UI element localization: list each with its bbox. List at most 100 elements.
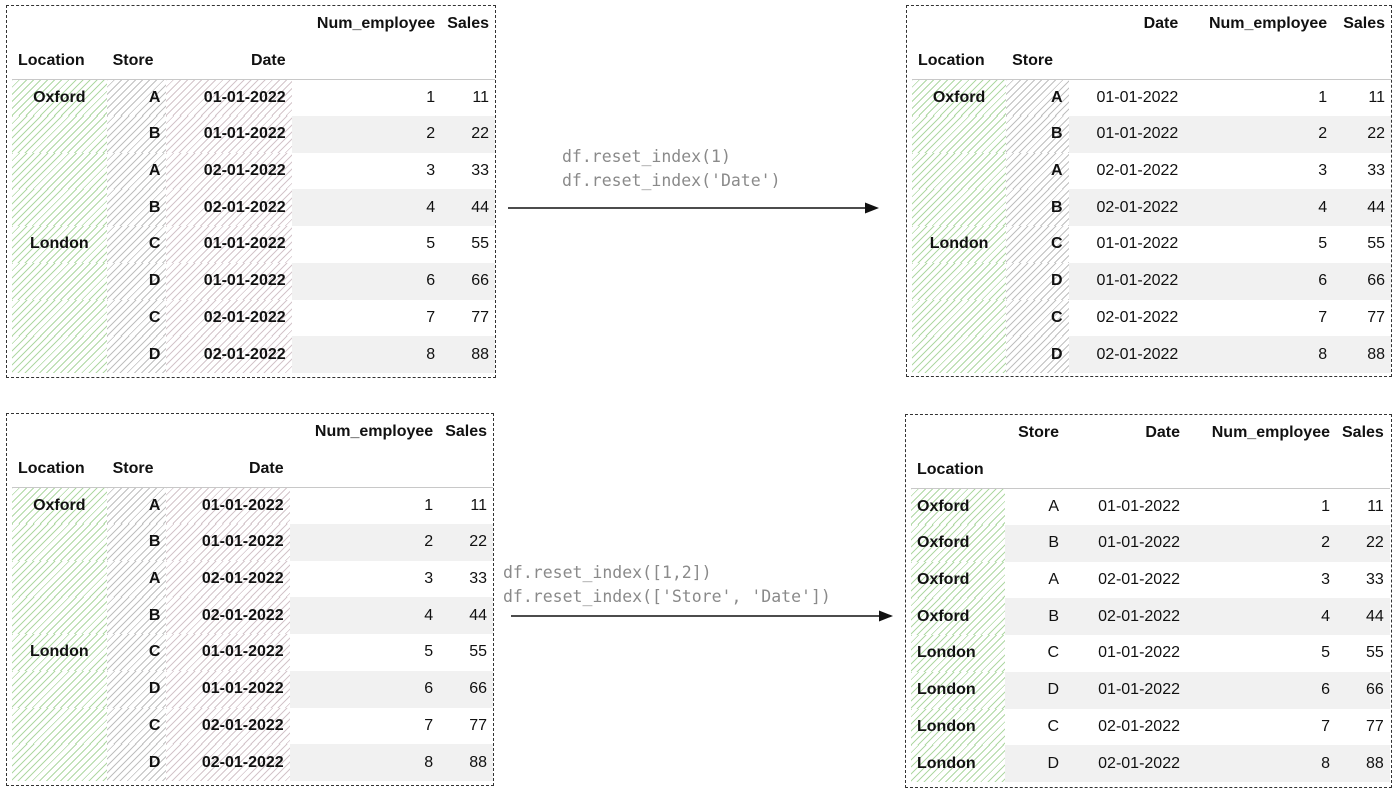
header-empty — [1065, 451, 1186, 489]
index-name-store: Store — [106, 450, 167, 488]
location-cell — [12, 189, 107, 227]
store-cell: D — [106, 670, 167, 708]
store-cell: D — [106, 262, 167, 300]
table-row: C 02-01-2022 7 77 — [12, 299, 495, 337]
location-cell — [12, 707, 107, 745]
location-cell: Oxford — [911, 598, 1005, 636]
header-empty — [911, 415, 1005, 452]
num-employee-cell: 1 — [426, 88, 436, 106]
location-cell — [12, 524, 107, 561]
header-num-employee: Num_employee — [314, 423, 434, 441]
num-employee-cell: 7 — [1321, 717, 1330, 735]
num-employee-cell: 1 — [1321, 497, 1330, 515]
header-empty — [1186, 451, 1336, 489]
header-empty — [166, 6, 291, 43]
header-empty — [289, 450, 440, 488]
num-employee-cell: 7 — [424, 716, 434, 734]
num-employee-cell: 2 — [291, 116, 442, 153]
date-cell: 01-01-2022 — [1098, 497, 1180, 515]
table-row: Oxford A 01-01-2022 1 11 — [912, 79, 1391, 117]
index-name-location: Location — [911, 451, 1005, 489]
table-original-bottom: Num_employee Sales Location Store Date Oxford… — [12, 414, 493, 781]
sales-cell: 88 — [1336, 745, 1390, 782]
header-empty — [166, 414, 289, 451]
store-cell: C — [106, 226, 167, 263]
store-cell: C — [1047, 717, 1059, 735]
date-cell: 01-01-2022 — [166, 116, 292, 153]
location-cell: London — [911, 708, 1005, 746]
sales-cell: 11 — [1368, 88, 1385, 106]
table-row: Oxford A 01-01-2022 1 11 — [911, 488, 1390, 526]
date-cell: 02-01-2022 — [166, 560, 290, 598]
sales-cell: 55 — [469, 643, 487, 661]
sales-cell: 77 — [471, 308, 489, 326]
num-employee-cell: 8 — [1186, 745, 1336, 782]
store-cell: A — [1048, 497, 1059, 515]
panel-result-bottom: Store Date Num_employee Sales Location Oxford… — [905, 414, 1392, 788]
location-cell — [912, 189, 1007, 227]
sales-cell: 44 — [1333, 189, 1391, 227]
location-cell — [12, 299, 107, 337]
table-row: D 01-01-2022 6 66 — [12, 670, 493, 708]
store-cell: D — [106, 336, 167, 373]
header-empty — [12, 414, 107, 451]
table-row: London D 02-01-2022 8 88 — [911, 745, 1390, 782]
sales-cell: 77 — [469, 716, 487, 734]
index-name-location: Location — [12, 42, 107, 80]
date-cell: 02-01-2022 — [166, 336, 292, 373]
store-cell: C — [1006, 299, 1069, 337]
store-cell: A — [1006, 79, 1069, 117]
table-row: London C 01-01-2022 5 55 — [12, 226, 495, 263]
date-cell: 01-01-2022 — [1098, 644, 1180, 662]
sales-cell: 22 — [1333, 116, 1391, 153]
header-row: Location Store Date — [12, 450, 493, 488]
num-employee-cell: 7 — [1318, 308, 1328, 326]
index-name-date: Date — [166, 450, 290, 488]
num-employee-cell: 3 — [426, 162, 436, 180]
sales-cell: 11 — [1367, 497, 1384, 515]
store-cell: D — [106, 744, 167, 781]
location-cell: London — [911, 635, 1005, 672]
header-empty — [291, 42, 442, 80]
date-cell: 01-01-2022 — [1096, 88, 1179, 106]
header-empty — [1068, 42, 1185, 80]
num-employee-cell: 6 — [1186, 671, 1336, 709]
date-cell: 01-01-2022 — [1096, 235, 1179, 253]
sales-cell: 66 — [439, 670, 493, 708]
store-cell: D — [1006, 262, 1069, 300]
table-row: B 02-01-2022 4 44 — [12, 597, 493, 635]
date-cell: 01-01-2022 — [166, 670, 290, 708]
location-cell — [912, 262, 1007, 300]
date-cell: 02-01-2022 — [1096, 162, 1179, 180]
date-cell: 01-01-2022 — [166, 226, 292, 263]
store-cell: C — [106, 299, 167, 337]
sales-cell: 77 — [1366, 717, 1384, 735]
header-empty — [1333, 42, 1391, 80]
sales-cell: 33 — [1367, 162, 1385, 180]
table-row: Oxford B 01-01-2022 2 22 — [911, 525, 1390, 562]
arrow-bottom — [511, 610, 893, 622]
date-cell: 01-01-2022 — [1068, 262, 1185, 300]
table-row: C 02-01-2022 7 77 — [912, 299, 1391, 337]
store-cell: B — [106, 189, 167, 227]
sales-cell: 33 — [1366, 571, 1384, 589]
location-cell: London — [12, 226, 107, 263]
date-cell: 01-01-2022 — [166, 487, 290, 525]
store-cell: A — [106, 79, 167, 117]
date-cell: 02-01-2022 — [1065, 598, 1186, 636]
header-store: Store — [1018, 424, 1059, 442]
table-row: D 02-01-2022 8 88 — [12, 336, 495, 373]
num-employee-cell: 5 — [1321, 644, 1330, 662]
sales-cell: 77 — [1367, 308, 1385, 326]
sales-cell: 66 — [1333, 262, 1391, 300]
date-cell: 02-01-2022 — [166, 299, 292, 337]
location-cell: Oxford — [912, 79, 1007, 117]
num-employee-cell: 5 — [426, 235, 436, 253]
num-employee-cell: 6 — [1184, 262, 1334, 300]
num-employee-cell: 8 — [289, 744, 440, 781]
sales-cell: 55 — [1366, 644, 1384, 662]
location-cell: Oxford — [911, 488, 1005, 526]
header-row: Location Store — [912, 42, 1391, 80]
panel-original-bottom: Num_employee Sales Location Store Date Oxford… — [6, 413, 494, 786]
table-original-top: Num_employee Sales Location Store Date Oxford… — [12, 6, 495, 373]
